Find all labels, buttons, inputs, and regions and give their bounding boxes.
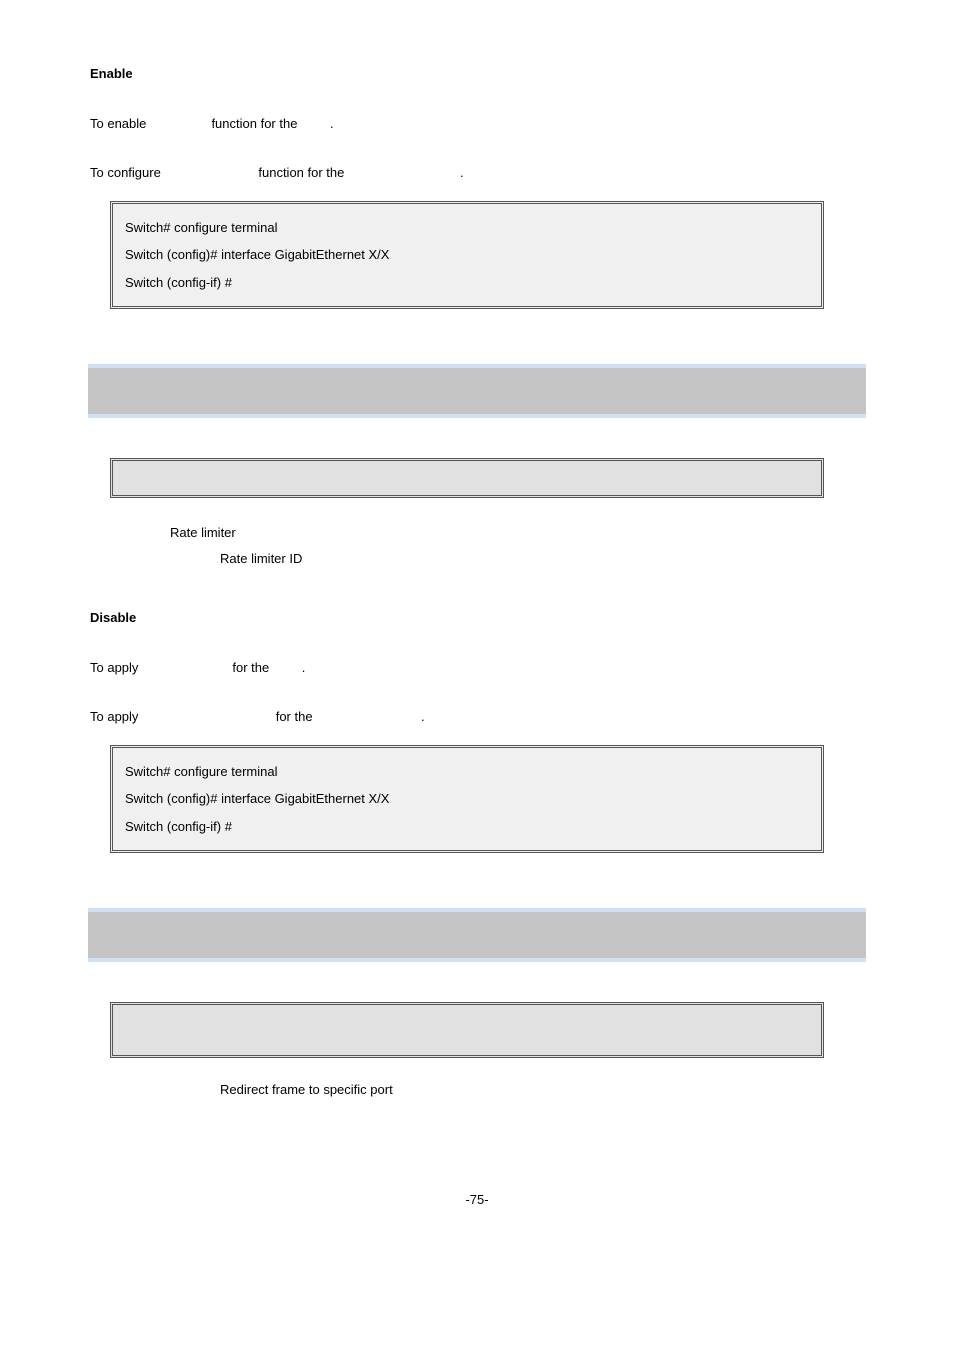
para-enable: To enable function for the . <box>90 114 864 134</box>
text: function for the <box>211 116 297 131</box>
text: for the <box>232 660 269 675</box>
text: function for the <box>258 165 344 180</box>
text: . <box>330 116 334 131</box>
code-line: Switch (config)# interface GigabitEthern… <box>125 785 809 813</box>
page-number: -75- <box>90 1190 864 1210</box>
disable-label: Disable <box>90 608 864 628</box>
code-line: Switch (config-if) # <box>125 813 809 841</box>
default-label: Enable <box>90 64 864 84</box>
code-line: Switch (config)# interface GigabitEthern… <box>125 241 809 269</box>
code-line: Switch# configure terminal <box>125 758 809 786</box>
rate-limiter-label: Rate limiter <box>170 523 864 543</box>
code-block-1: Switch# configure terminal Switch (confi… <box>110 201 824 310</box>
para-configure: To configure function for the . <box>90 163 864 183</box>
para-apply-1: To apply for the . <box>90 658 864 678</box>
text: To apply <box>90 660 138 675</box>
code-block-2: Switch# configure terminal Switch (confi… <box>110 745 824 854</box>
text: To enable <box>90 116 146 131</box>
code-line: Switch (config-if) # <box>125 269 809 297</box>
spacer <box>316 709 417 724</box>
redirect-text: Redirect frame to specific port <box>220 1080 864 1100</box>
section-divider <box>88 364 866 418</box>
spacer <box>150 116 208 131</box>
rate-limiter-id: Rate limiter ID <box>220 549 864 569</box>
spacer <box>348 165 456 180</box>
para-apply-2: To apply for the . <box>90 707 864 727</box>
syntax-box-2 <box>110 1002 824 1058</box>
spacer <box>273 660 298 675</box>
text: . <box>302 660 306 675</box>
spacer <box>142 660 229 675</box>
text: To configure <box>90 165 161 180</box>
text: for the <box>276 709 313 724</box>
spacer <box>164 165 254 180</box>
section-divider <box>88 908 866 962</box>
spacer <box>142 709 272 724</box>
spacer <box>301 116 326 131</box>
text: . <box>421 709 425 724</box>
text: . <box>460 165 464 180</box>
code-line: Switch# configure terminal <box>125 214 809 242</box>
text: To apply <box>90 709 138 724</box>
syntax-box-1 <box>110 458 824 498</box>
